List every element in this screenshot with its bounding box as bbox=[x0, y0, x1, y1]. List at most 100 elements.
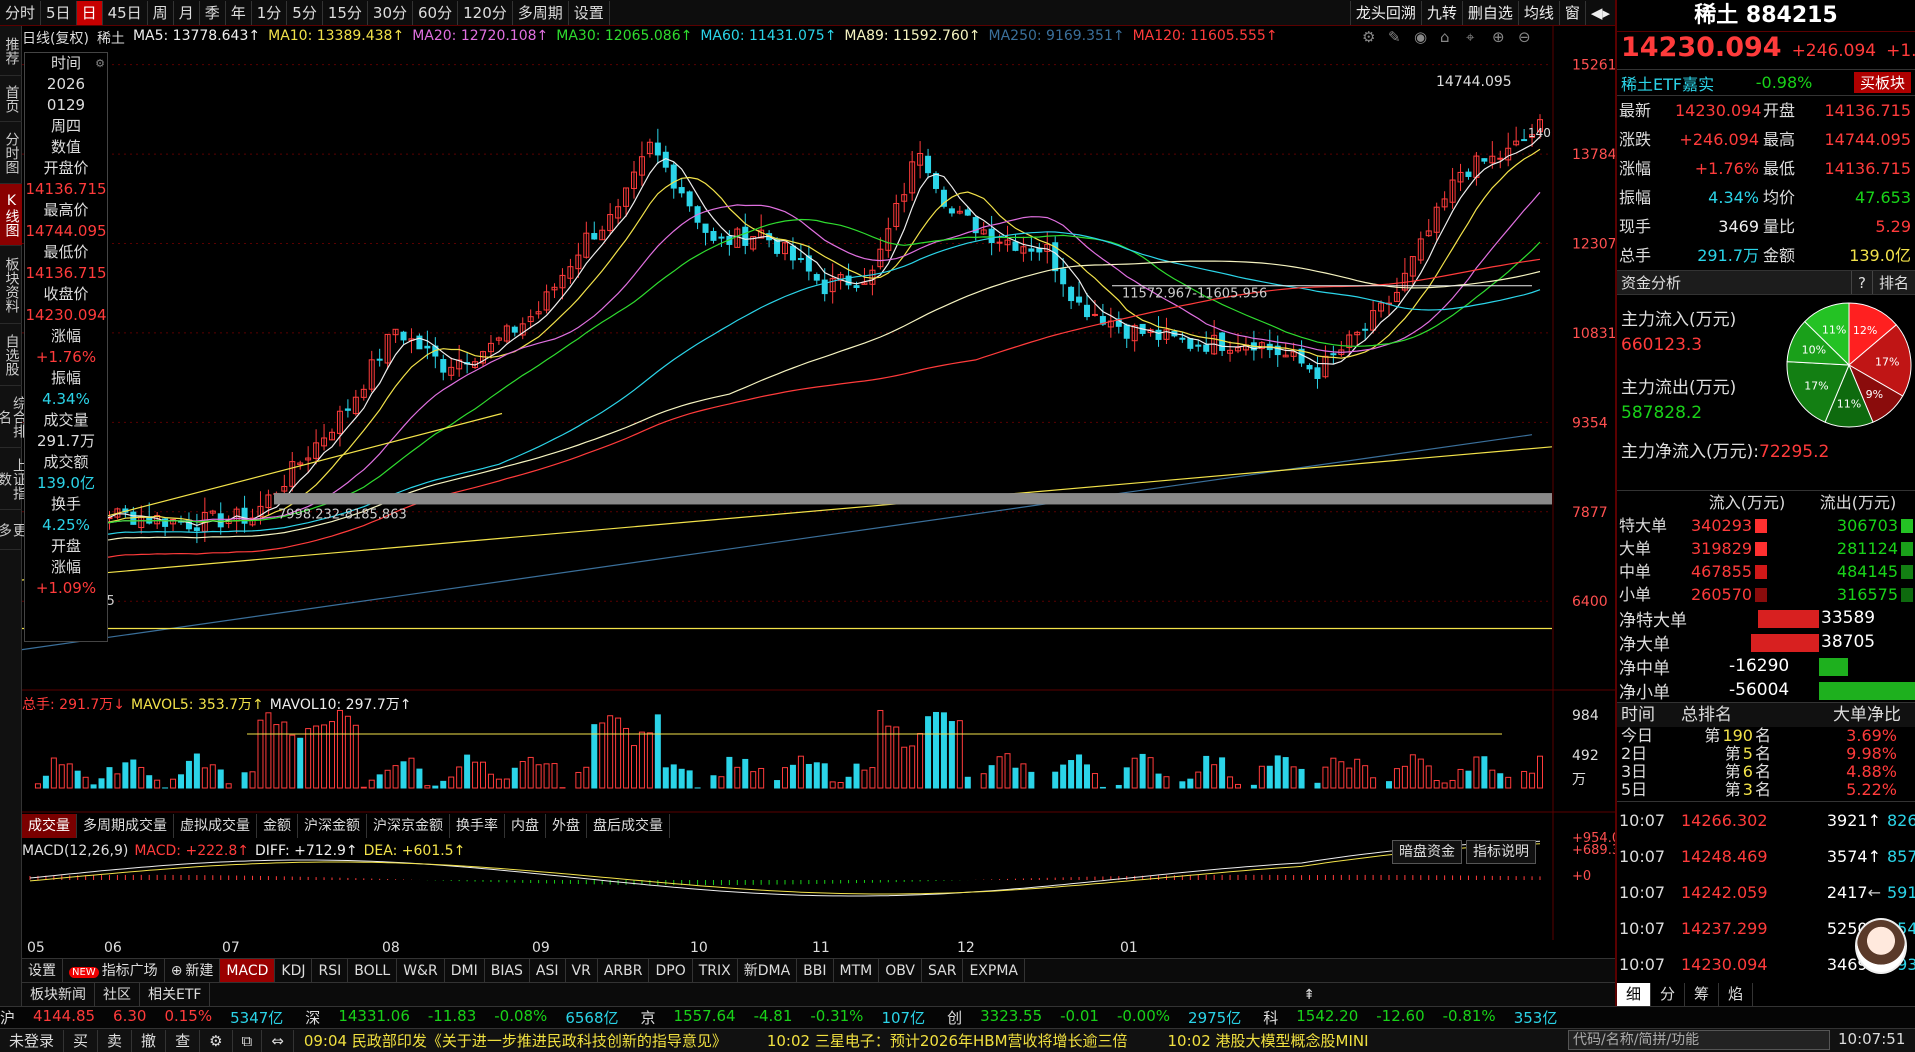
help-button[interactable]: ? bbox=[1851, 271, 1872, 294]
left-tab-5[interactable]: 自选股 bbox=[0, 324, 22, 386]
buy-sector-button[interactable]: 买板块 bbox=[1853, 72, 1911, 93]
vol-subtab-5[interactable]: 沪深京金额 bbox=[367, 814, 450, 838]
menu-arrow-icon[interactable]: ◀▸ bbox=[1584, 0, 1615, 25]
indicator-tab-8[interactable]: DMI bbox=[445, 959, 485, 982]
detail-tab-0[interactable]: 细 bbox=[1617, 983, 1652, 1006]
period-tab-12[interactable]: 60分 bbox=[413, 0, 459, 25]
zoom-in-icon[interactable]: ⊕ bbox=[1492, 28, 1505, 46]
left-tab-1[interactable]: 首页 bbox=[0, 76, 22, 122]
period-tab-3[interactable]: 45日 bbox=[103, 0, 148, 25]
trade-button-2[interactable]: 卖 bbox=[98, 1029, 133, 1052]
indicator-tab-12[interactable]: ARBR bbox=[598, 959, 650, 982]
info-subtab-2[interactable]: 相关ETF bbox=[140, 983, 211, 1006]
indicator-tab-13[interactable]: DPO bbox=[649, 959, 693, 982]
indicator-tab-6[interactable]: BOLL bbox=[348, 959, 398, 982]
period-tab-11[interactable]: 30分 bbox=[368, 0, 414, 25]
period-tab-10[interactable]: 15分 bbox=[323, 0, 368, 25]
chart-settings-icon[interactable]: ⚙ bbox=[1362, 28, 1375, 46]
indicator-tab-5[interactable]: RSI bbox=[312, 959, 349, 982]
index-item[interactable]: 京 1557.64 -4.81 -0.31% 107亿 bbox=[641, 1007, 926, 1028]
home-icon[interactable]: ⌂ bbox=[1440, 28, 1450, 46]
indicator-tab-0[interactable]: 设置 bbox=[22, 959, 63, 982]
left-tab-0[interactable]: 推荐 bbox=[0, 26, 22, 76]
tool-button-1[interactable]: 九转 bbox=[1420, 0, 1462, 25]
period-tab-15[interactable]: 设置 bbox=[569, 0, 610, 25]
indicator-tab-15[interactable]: 新DMA bbox=[738, 959, 798, 982]
indicator-tab-11[interactable]: VR bbox=[566, 959, 598, 982]
left-tab-6[interactable]: 综合排名 bbox=[0, 386, 27, 448]
indicator-tab-17[interactable]: MTM bbox=[834, 959, 880, 982]
indicator-tab-9[interactable]: BIAS bbox=[485, 959, 530, 982]
period-tab-9[interactable]: 5分 bbox=[287, 0, 323, 25]
index-item[interactable]: 创 3323.55 -0.01 -0.00% 2975亿 bbox=[947, 1007, 1241, 1028]
tool-button-4[interactable]: 窗 bbox=[1558, 0, 1585, 25]
vol-subtab-2[interactable]: 虚拟成交量 bbox=[174, 814, 257, 838]
window-icon[interactable]: ⧉ bbox=[233, 1029, 263, 1052]
period-tab-4[interactable]: 周 bbox=[148, 0, 174, 25]
tool-button-0[interactable]: 龙头回溯 bbox=[1349, 0, 1421, 25]
left-tab-3[interactable]: K线图 bbox=[0, 184, 22, 246]
tool-button-2[interactable]: 删自选 bbox=[1461, 0, 1518, 25]
period-tab-8[interactable]: 1分 bbox=[252, 0, 288, 25]
indicator-tab-1[interactable]: NEW 指标广场 bbox=[63, 959, 165, 982]
indicator-tab-20[interactable]: EXPMA bbox=[963, 959, 1025, 982]
vol-subtab-6[interactable]: 换手率 bbox=[450, 814, 505, 838]
detail-tab-2[interactable]: 筹 bbox=[1685, 983, 1720, 1006]
trade-button-4[interactable]: 查 bbox=[166, 1029, 201, 1052]
draw-icon[interactable]: ✎ bbox=[1388, 28, 1401, 46]
period-tab-5[interactable]: 月 bbox=[174, 0, 200, 25]
period-tab-1[interactable]: 5日 bbox=[41, 0, 77, 25]
news-item[interactable]: 10:02 三星电子：预计2026年HBM营收将增长逾三倍 bbox=[757, 1030, 1128, 1051]
period-tab-6[interactable]: 季 bbox=[200, 0, 226, 25]
news-item[interactable]: 09:04 民政部印发《关于进一步推进民政科技创新的指导意见》 bbox=[294, 1030, 727, 1051]
detail-tab-3[interactable]: 焰 bbox=[1719, 983, 1754, 1006]
etf-name[interactable]: 稀土ETF嘉实 bbox=[1621, 71, 1714, 95]
settings-icon[interactable]: ⚙ bbox=[200, 1029, 233, 1052]
rank-button[interactable]: 排名 bbox=[1871, 271, 1915, 294]
trade-button-0[interactable]: 未登录 bbox=[0, 1029, 65, 1052]
period-tab-14[interactable]: 多周期 bbox=[513, 0, 569, 25]
detail-tab-1[interactable]: 分 bbox=[1651, 983, 1686, 1006]
left-tab-8[interactable]: 更多 bbox=[0, 510, 27, 550]
indicator-tab-16[interactable]: BBI bbox=[797, 959, 834, 982]
info-subtab-1[interactable]: 社区 bbox=[95, 983, 140, 1006]
info-lock-icon[interactable]: ⚙ bbox=[95, 53, 105, 74]
indicator-tab-7[interactable]: W&R bbox=[397, 959, 445, 982]
index-item[interactable]: 科 1542.20 -12.60 -0.81% 353亿 bbox=[1263, 1007, 1557, 1028]
left-tab-7[interactable]: 上证指数 bbox=[0, 448, 27, 510]
news-item[interactable]: 10:02 港股大模型概念股MINI bbox=[1158, 1030, 1369, 1051]
kline-chart[interactable]: 15261 13784 12307 10831 9354 7877 6400 7998.232… bbox=[22, 26, 1615, 940]
indicator-tab-18[interactable]: OBV bbox=[879, 959, 922, 982]
index-item[interactable]: 深 14331.06 -11.83 -0.08% 6568亿 bbox=[305, 1007, 618, 1028]
info-subtab-0[interactable]: 板块新闻 bbox=[22, 983, 95, 1006]
indicator-tab-10[interactable]: ASI bbox=[530, 959, 566, 982]
period-tab-0[interactable]: 分时 bbox=[0, 0, 42, 25]
assistant-avatar[interactable] bbox=[1855, 918, 1907, 974]
switch-icon[interactable]: ⇔ bbox=[262, 1029, 294, 1052]
pin-icon[interactable]: ⇞ bbox=[1303, 983, 1315, 1006]
index-item[interactable]: 沪 4144.85 6.30 0.15% 5347亿 bbox=[0, 1007, 283, 1028]
indicator-tab-2[interactable]: ⊕ 新建 bbox=[165, 959, 221, 982]
target-icon[interactable]: ⌖ bbox=[1466, 28, 1475, 46]
indicator-tab-3[interactable]: MACD bbox=[220, 959, 276, 982]
related-etf-row[interactable]: 稀土ETF嘉实 -0.98% 买板块 bbox=[1617, 70, 1915, 96]
vol-subtab-1[interactable]: 多周期成交量 bbox=[77, 814, 174, 838]
indicator-tab-19[interactable]: SAR bbox=[922, 959, 964, 982]
macd-button-0[interactable]: 暗盘资金 bbox=[1392, 840, 1462, 864]
vol-subtab-3[interactable]: 金额 bbox=[257, 814, 298, 838]
period-tab-2[interactable]: 日 bbox=[76, 0, 103, 25]
vol-subtab-0[interactable]: 成交量 bbox=[22, 814, 77, 838]
vol-subtab-9[interactable]: 盘后成交量 bbox=[587, 814, 670, 838]
left-tab-4[interactable]: 板块资料 bbox=[0, 246, 22, 324]
vol-subtab-8[interactable]: 外盘 bbox=[546, 814, 587, 838]
vol-subtab-4[interactable]: 沪深金额 bbox=[298, 814, 367, 838]
vol-subtab-7[interactable]: 内盘 bbox=[505, 814, 546, 838]
eye-icon[interactable]: ◉ bbox=[1414, 28, 1427, 46]
indicator-tab-14[interactable]: TRIX bbox=[693, 959, 738, 982]
tool-button-3[interactable]: 均线 bbox=[1517, 0, 1559, 25]
period-tab-7[interactable]: 年 bbox=[226, 0, 252, 25]
trade-button-3[interactable]: 撤 bbox=[132, 1029, 167, 1052]
trade-button-1[interactable]: 买 bbox=[64, 1029, 99, 1052]
period-tab-13[interactable]: 120分 bbox=[458, 0, 513, 25]
search-input[interactable]: 代码/名称/简拼/功能 bbox=[1568, 1030, 1830, 1050]
